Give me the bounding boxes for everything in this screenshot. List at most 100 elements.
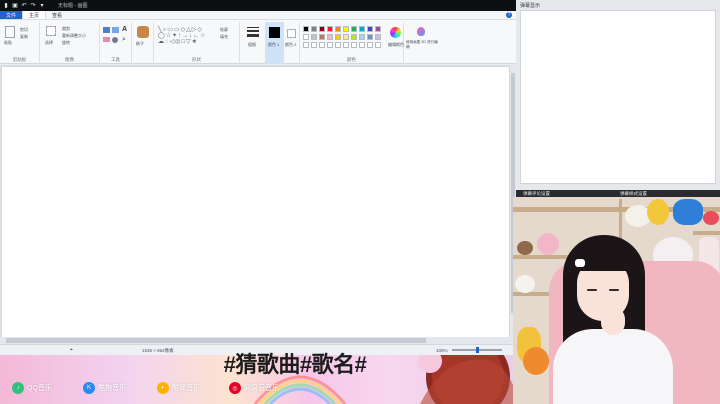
- color2-swatch[interactable]: [287, 29, 296, 38]
- palette-swatch-empty[interactable]: [319, 42, 325, 48]
- size-line-2: [247, 30, 259, 32]
- palette-swatch[interactable]: [375, 26, 381, 32]
- outline-button[interactable]: 轮廓: [220, 27, 228, 33]
- palette-swatch[interactable]: [303, 26, 309, 32]
- zoom-slider-knob[interactable]: [475, 347, 479, 353]
- kuwo-music-icon: ◐: [157, 382, 169, 394]
- edit-colors-button[interactable]: 编辑颜色: [388, 42, 404, 48]
- netease-music-icon: ◎: [229, 382, 241, 394]
- palette-swatch[interactable]: [367, 34, 373, 40]
- paste-icon[interactable]: [5, 26, 15, 38]
- group-label-clipboard: 剪贴板: [12, 57, 27, 62]
- help-icon[interactable]: ?: [506, 12, 512, 18]
- select-icon[interactable]: [46, 26, 56, 36]
- brush-icon[interactable]: [137, 26, 149, 38]
- palette-swatch[interactable]: [327, 34, 333, 40]
- color1-label: 颜色 1: [268, 42, 280, 47]
- qq-music-icon: ♪: [12, 382, 24, 394]
- fill-button[interactable]: 填充: [220, 34, 228, 40]
- undo-icon[interactable]: ↶: [21, 3, 27, 9]
- palette-swatch[interactable]: [311, 34, 317, 40]
- palette-swatch[interactable]: [311, 26, 317, 32]
- group-brushes: 刷子: [132, 22, 154, 64]
- horizontal-scroll-thumb[interactable]: [6, 338, 426, 343]
- group-paint3d: 使用画图 3D 进行编辑: [404, 22, 438, 64]
- palette-swatch-empty[interactable]: [359, 42, 365, 48]
- palette-swatch-empty[interactable]: [351, 42, 357, 48]
- text-icon[interactable]: A: [122, 26, 127, 33]
- group-shapes: ╲○▭▭◇△▷◇ ◯☆✦↑→↓←☆ ☁◌◁◎□▽★ 轮廓 填充 形状: [154, 22, 240, 64]
- group-label-image: 图像: [65, 57, 74, 62]
- palette-swatch[interactable]: [351, 26, 357, 32]
- ribbon: 粘贴 剪切 复制 剪贴板 选择 裁剪 重新调整大小 旋转 图像 A ⌕ 工具 刷…: [0, 20, 516, 64]
- palette-swatch[interactable]: [343, 26, 349, 32]
- palette-swatch[interactable]: [303, 34, 309, 40]
- size-line-1: [247, 27, 259, 28]
- plush-pink: [537, 233, 559, 255]
- palette-swatch[interactable]: [319, 26, 325, 32]
- palette-swatch[interactable]: [359, 26, 365, 32]
- palette-swatch[interactable]: [327, 26, 333, 32]
- ribbon-tabs: 文件 主页 查看 ?: [0, 11, 516, 20]
- horizontal-scrollbar[interactable]: [0, 337, 516, 344]
- color-picker-icon[interactable]: [112, 37, 118, 43]
- platform-label: 酷我音乐: [172, 385, 200, 392]
- tab-file[interactable]: 文件: [0, 11, 23, 19]
- tab-view[interactable]: 查看: [46, 11, 68, 19]
- rotate-button[interactable]: 旋转: [62, 40, 70, 46]
- cursor-position-icon: ⌖: [70, 347, 73, 353]
- streamer-hand: [601, 307, 625, 335]
- paste-button[interactable]: 粘贴: [4, 40, 12, 46]
- shapes-gallery[interactable]: ╲○▭▭◇△▷◇ ◯☆✦↑→↓←☆ ☁◌◁◎□▽★: [158, 27, 216, 45]
- cut-button[interactable]: 剪切: [20, 27, 28, 33]
- edit-colors-icon[interactable]: [390, 27, 401, 38]
- canvas-area: [0, 65, 516, 345]
- select-button[interactable]: 选择: [45, 40, 53, 46]
- palette-swatch-empty[interactable]: [311, 42, 317, 48]
- save-icon[interactable]: ▣: [12, 3, 18, 9]
- size-button[interactable]: 粗细: [248, 42, 256, 48]
- brushes-button[interactable]: 刷子: [136, 41, 144, 47]
- palette-swatch[interactable]: [343, 34, 349, 40]
- kugou-music-icon: K: [83, 382, 95, 394]
- title-bar: ▮ ▣ ↶ ↷ ▾ 无标题 - 画图: [0, 0, 516, 11]
- danmaku-display-title: 弹幕显示: [520, 3, 541, 9]
- palette-swatch-empty[interactable]: [343, 42, 349, 48]
- group-color1[interactable]: 颜色 1: [266, 22, 284, 64]
- palette-swatch[interactable]: [351, 34, 357, 40]
- eraser-icon[interactable]: [103, 37, 110, 42]
- paint3d-icon[interactable]: [417, 27, 425, 36]
- paint3d-button[interactable]: 使用画图 3D 进行编辑: [406, 40, 438, 50]
- platform-qq-music: ♪ QQ音乐: [12, 381, 52, 395]
- palette-swatch-empty[interactable]: [335, 42, 341, 48]
- group-clipboard: 粘贴 剪切 复制 剪贴板: [0, 22, 40, 64]
- group-edit-colors: 编辑颜色: [388, 22, 404, 64]
- group-color2[interactable]: 颜色 2: [284, 22, 300, 64]
- resize-button[interactable]: 重新调整大小: [62, 33, 86, 39]
- streamer-body: [553, 329, 673, 404]
- crop-button[interactable]: 裁剪: [62, 26, 70, 32]
- palette-swatch[interactable]: [359, 34, 365, 40]
- left-eye: [587, 289, 597, 291]
- zoom-slider[interactable]: [452, 347, 502, 353]
- magnifier-icon[interactable]: ⌕: [122, 36, 126, 44]
- redo-icon[interactable]: ↷: [30, 3, 36, 9]
- pencil-icon[interactable]: [103, 27, 110, 33]
- palette-swatch[interactable]: [335, 26, 341, 32]
- palette-swatch-empty[interactable]: [303, 42, 309, 48]
- zoom-level: 100%: [436, 348, 448, 353]
- palette-swatch[interactable]: [367, 26, 373, 32]
- tab-home[interactable]: 主页: [22, 11, 47, 19]
- webcam-feed: [513, 197, 720, 404]
- palette-swatch[interactable]: [335, 34, 341, 40]
- quick-access-dropdown-icon[interactable]: ▾: [39, 3, 45, 9]
- palette-swatch-empty[interactable]: [375, 42, 381, 48]
- palette-swatch-empty[interactable]: [327, 42, 333, 48]
- palette-swatch-empty[interactable]: [367, 42, 373, 48]
- copy-button[interactable]: 复制: [20, 34, 28, 40]
- drawing-canvas[interactable]: [2, 67, 509, 339]
- color1-swatch[interactable]: [269, 27, 280, 38]
- palette-swatch[interactable]: [319, 34, 325, 40]
- palette-swatch[interactable]: [375, 34, 381, 40]
- fill-icon[interactable]: [112, 27, 119, 33]
